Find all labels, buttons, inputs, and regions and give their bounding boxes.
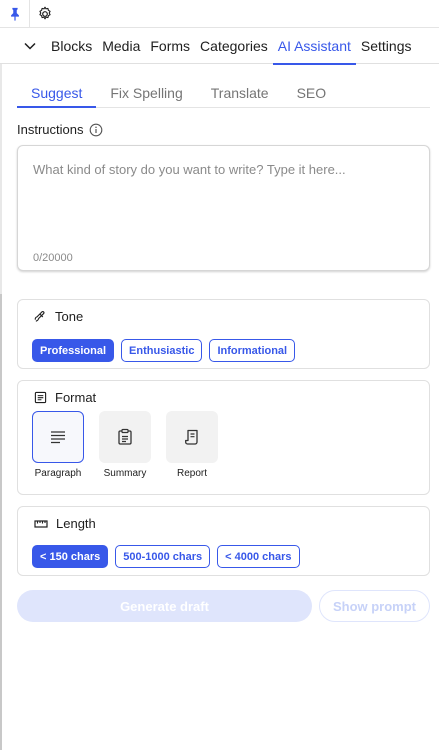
format-title: Format: [55, 390, 97, 405]
settings-button[interactable]: [30, 0, 60, 28]
format-card: Format Paragraph Summary Report: [17, 380, 430, 495]
report-icon: [185, 429, 198, 445]
assistant-subtabs: Suggest Fix Spelling Translate SEO: [17, 78, 430, 108]
tab-blocks[interactable]: Blocks: [46, 28, 97, 64]
tone-title: Tone: [55, 309, 84, 324]
format-report[interactable]: Report: [166, 411, 218, 479]
tab-settings[interactable]: Settings: [356, 28, 417, 64]
summary-icon: [118, 428, 132, 445]
format-icon: [34, 391, 47, 404]
format-paragraph-label: Paragraph: [34, 468, 82, 479]
length-under-4000[interactable]: < 4000 chars: [217, 545, 300, 568]
format-options: Paragraph Summary Report: [32, 411, 218, 479]
subtab-suggest[interactable]: Suggest: [17, 78, 97, 108]
tab-categories[interactable]: Categories: [195, 28, 273, 64]
top-bar: [0, 0, 439, 28]
generate-draft-button[interactable]: Generate draft: [17, 590, 312, 622]
pin-icon: [10, 7, 19, 21]
format-summary-label: Summary: [103, 468, 147, 479]
tone-options: Professional Enthusiastic Informational: [32, 339, 296, 362]
character-counter: 0/20000: [33, 252, 73, 264]
tone-informational[interactable]: Informational: [209, 339, 296, 362]
tone-professional[interactable]: Professional: [32, 339, 115, 362]
length-500-1000[interactable]: 500-1000 chars: [115, 545, 211, 568]
show-prompt-button[interactable]: Show prompt: [319, 590, 430, 622]
pin-button[interactable]: [0, 0, 30, 28]
length-card: Length < 150 chars 500-1000 chars < 4000…: [17, 506, 430, 576]
length-under-150[interactable]: < 150 chars: [32, 545, 109, 568]
tab-forms[interactable]: Forms: [145, 28, 195, 64]
instructions-placeholder: What kind of story do you want to write?…: [33, 162, 346, 177]
ruler-icon: [34, 519, 48, 528]
length-title: Length: [56, 516, 96, 531]
instructions-label-row: Instructions: [17, 122, 103, 137]
subtab-seo[interactable]: SEO: [283, 78, 341, 107]
tone-enthusiastic[interactable]: Enthusiastic: [121, 339, 203, 362]
info-icon[interactable]: [89, 123, 103, 137]
format-paragraph[interactable]: Paragraph: [32, 411, 84, 479]
format-summary[interactable]: Summary: [99, 411, 151, 479]
subtab-translate[interactable]: Translate: [197, 78, 283, 107]
chevron-down-icon: [24, 42, 36, 50]
tab-media[interactable]: Media: [97, 28, 145, 64]
gear-icon: [39, 6, 51, 19]
tone-icon: [34, 311, 45, 322]
subtab-fix-spelling[interactable]: Fix Spelling: [96, 78, 196, 107]
instructions-textarea[interactable]: What kind of story do you want to write?…: [17, 145, 430, 271]
tab-ai-assistant[interactable]: AI Assistant: [272, 28, 357, 65]
length-options: < 150 chars 500-1000 chars < 4000 chars: [32, 545, 300, 568]
tone-card: Tone Professional Enthusiastic Informati…: [17, 299, 430, 369]
format-report-label: Report: [176, 468, 207, 479]
paragraph-icon: [51, 431, 65, 444]
collapse-toggle[interactable]: [20, 36, 40, 56]
instructions-label: Instructions: [17, 122, 84, 137]
left-scroll-edge: [0, 64, 2, 750]
main-nav: Blocks Media Forms Categories AI Assista…: [0, 28, 439, 65]
